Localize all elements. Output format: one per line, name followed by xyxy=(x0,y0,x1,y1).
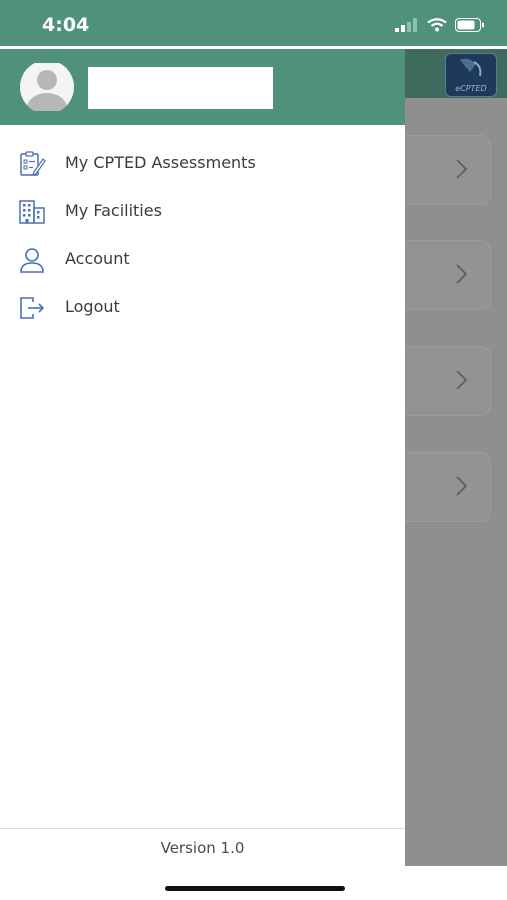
person-icon xyxy=(20,248,44,273)
drawer-footer: Version 1.0 xyxy=(0,828,405,867)
chevron-right-icon xyxy=(456,476,468,496)
menu-label: Logout xyxy=(65,297,120,316)
cellular-signal-icon xyxy=(395,18,417,32)
version-label: Version 1.0 xyxy=(160,839,245,857)
drawer-menu: My CPTED Assessments My Facilities Accou… xyxy=(0,139,405,331)
home-indicator[interactable] xyxy=(165,886,345,891)
menu-item-logout[interactable]: Logout xyxy=(0,283,405,331)
navigation-drawer: My CPTED Assessments My Facilities Accou… xyxy=(0,49,405,900)
avatar-icon[interactable] xyxy=(19,63,75,111)
chevron-right-icon xyxy=(456,264,468,284)
background-app[interactable]: eCPTED xyxy=(405,49,507,866)
wifi-icon xyxy=(427,18,447,32)
building-icon xyxy=(19,200,45,224)
ecpted-logo: eCPTED xyxy=(445,53,497,97)
logo-mark-icon xyxy=(460,58,482,77)
chevron-right-icon xyxy=(456,370,468,390)
battery-icon xyxy=(455,18,484,32)
chevron-right-icon xyxy=(456,159,468,179)
status-bar: 4:04 xyxy=(0,0,507,46)
menu-item-my-cpted-assessments[interactable]: My CPTED Assessments xyxy=(0,139,405,187)
background-app-header: eCPTED xyxy=(405,49,507,98)
menu-label: My Facilities xyxy=(65,201,162,220)
logo-text: eCPTED xyxy=(455,84,487,93)
menu-item-account[interactable]: Account xyxy=(0,235,405,283)
background-card[interactable] xyxy=(405,135,491,205)
logout-icon xyxy=(20,297,45,319)
status-time: 4:04 xyxy=(42,14,90,36)
user-name-field xyxy=(88,67,273,109)
assessment-checklist-icon xyxy=(20,151,46,176)
drawer-header xyxy=(0,49,405,125)
background-card[interactable] xyxy=(405,452,491,522)
background-bottom xyxy=(405,866,507,900)
background-card[interactable] xyxy=(405,346,491,416)
menu-label: My CPTED Assessments xyxy=(65,153,256,172)
menu-item-my-facilities[interactable]: My Facilities xyxy=(0,187,405,235)
status-icons xyxy=(395,16,485,34)
background-card[interactable] xyxy=(405,240,491,310)
menu-label: Account xyxy=(65,249,130,268)
